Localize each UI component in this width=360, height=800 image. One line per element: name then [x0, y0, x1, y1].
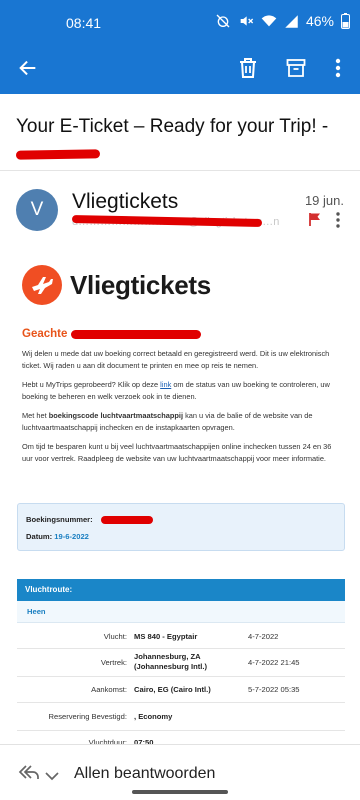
paragraph-online-checkin: Om tijd te besparen kunt u bij veel luch…	[22, 442, 332, 463]
brand-logo-text: Vliegtickets	[70, 269, 211, 300]
more-options-button[interactable]	[322, 54, 354, 86]
mytrips-link[interactable]: link	[160, 380, 171, 389]
paragraph-bold: boekingscode luchtvaartmaatschappij	[48, 411, 184, 420]
status-icons: 46%	[215, 13, 350, 29]
flag-button[interactable]	[308, 212, 322, 231]
delete-button[interactable]	[232, 54, 264, 86]
sender-email[interactable]: d…………………………@vliegtickets.n…n	[71, 215, 279, 228]
sender-name[interactable]: Vliegtickets	[72, 190, 178, 214]
booking-number-row: Boekingsnummer:	[26, 515, 153, 524]
back-button[interactable]	[12, 54, 44, 86]
flight-row-value: , Economy	[134, 712, 173, 721]
email-subject: Your E-Ticket – Ready for your Trip! -	[15, 114, 336, 166]
signal-icon	[284, 14, 299, 29]
redaction-mark	[100, 516, 153, 524]
battery-icon	[341, 13, 350, 29]
battery-text: 46%	[305, 13, 334, 29]
booking-date-label: Datum:	[26, 532, 53, 541]
flight-row: Vertrek: Johannesburg, ZA (Johannesburg …	[17, 649, 345, 677]
flight-row-label: Aankomst:	[91, 685, 127, 694]
greeting-text: Geachte	[22, 328, 68, 340]
flight-row: Aankomst: Cairo, EG (Cairo Intl.) 5-7-20…	[17, 677, 345, 703]
flight-row-value: Johannesburg, ZA (Johannesburg Intl.)	[134, 652, 207, 671]
flight-row: Vlucht: MS 840 - Egyptair 4-7-2022	[17, 623, 345, 649]
redaction-mark	[15, 149, 101, 161]
reply-all-label[interactable]: Allen beantwoorden	[74, 765, 215, 783]
booking-date-value: 19-6-2022	[54, 532, 89, 541]
archive-icon	[286, 58, 306, 83]
chevron-down-icon	[45, 768, 59, 785]
app-bar	[0, 46, 360, 94]
email-body: Vliegtickets Geachte Wij delen u mede da…	[22, 262, 344, 464]
booking-info-box: Boekingsnummer: Datum: 19-6-2022	[17, 503, 345, 551]
divider	[0, 170, 360, 171]
booking-number-label: Boekingsnummer:	[26, 515, 93, 524]
flight-row-time: 4-7-2022 21:45	[248, 658, 300, 667]
flight-row: Reservering Bevestigd: , Economy	[17, 703, 345, 731]
more-vert-icon	[335, 58, 341, 83]
paragraph-mytrips: Hebt u MyTrips geprobeerd? Klik op deze …	[22, 379, 344, 402]
message-more-button[interactable]	[336, 212, 340, 233]
sender-avatar[interactable]: V	[16, 189, 58, 231]
arrow-left-icon	[17, 57, 39, 84]
delete-icon	[238, 57, 258, 84]
gesture-nav-pill[interactable]	[132, 790, 228, 794]
archive-button[interactable]	[280, 54, 312, 86]
brand-logo: Vliegtickets	[22, 262, 344, 308]
reply-all-button[interactable]	[18, 763, 40, 786]
alarm-off-icon	[215, 13, 231, 29]
wifi-icon	[261, 13, 277, 29]
flight-row-label: Vlucht:	[103, 632, 127, 641]
mute-icon	[238, 13, 254, 29]
status-time: 08:41	[66, 15, 102, 31]
redaction-mark	[71, 329, 202, 339]
message-date: 19 jun.	[304, 193, 344, 208]
flight-row-label: Vertrek:	[100, 658, 127, 667]
subject-text: Your E-Ticket – Ready for your Trip! -	[16, 116, 329, 137]
paragraph-text: Met het	[22, 411, 49, 420]
paragraph-text: Hebt u MyTrips geprobeerd? Klik op deze	[22, 380, 161, 389]
reply-all-icon	[18, 765, 40, 785]
flight-row-value: MS 840 - Egyptair	[134, 632, 198, 641]
flag-icon	[308, 213, 322, 230]
flight-direction-tab: Heen	[17, 601, 345, 623]
paragraph-intro: Wij delen u mede dat uw boeking correct …	[22, 349, 330, 370]
flight-row-time: 5-7-2022 05:35	[248, 685, 300, 694]
flight-row-value: Cairo, EG (Cairo Intl.)	[134, 685, 211, 694]
more-vert-icon	[336, 212, 340, 232]
paragraph-checkin-code: Met het boekingscode luchtvaartmaatschap…	[22, 410, 344, 433]
airplane-icon	[22, 265, 62, 305]
greeting: Geachte	[22, 328, 344, 340]
flight-route-header: Vluchtroute:	[17, 579, 345, 601]
status-bar: 08:41 46%	[0, 0, 360, 46]
flight-row-time: 4-7-2022	[248, 632, 279, 641]
booking-date-row: Datum: 19-6-2022	[26, 532, 89, 541]
reply-options-button[interactable]	[45, 768, 59, 786]
flight-row-label: Reservering Bevestigd:	[48, 712, 127, 721]
